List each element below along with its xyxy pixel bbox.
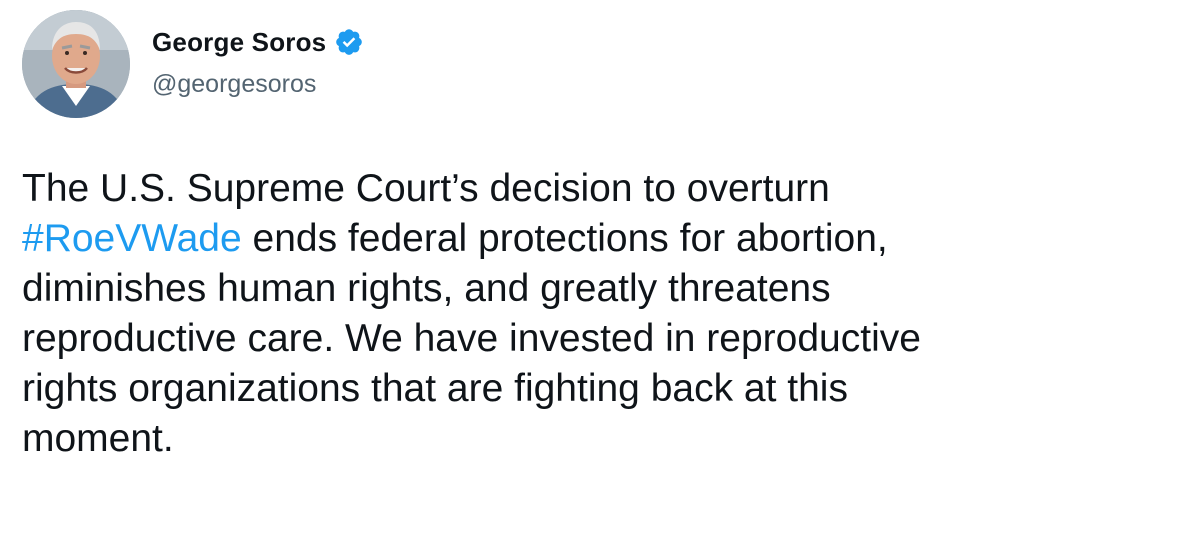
tweet-text-line: reproductive care. We have invested in r… [22,317,921,360]
verified-badge-icon [334,27,364,57]
author-avatar[interactable] [22,10,130,118]
tweet-text-segment: ends federal protections for abortion, [241,217,888,260]
tweet-text-line: diminishes human rights, and greatly thr… [22,267,831,310]
hashtag-link[interactable]: #RoeVWade [22,217,242,260]
author-handle[interactable]: @georgesoros [152,68,316,100]
author-display-name[interactable]: George Soros [152,26,326,58]
tweet-text-line: The U.S. Supreme Court’s decision to ove… [22,167,830,210]
tweet-text-line: #RoeVWade ends federal protections for a… [22,214,1187,264]
profile-photo-icon [22,10,130,118]
tweet-text-line: moment. [22,417,174,460]
tweet-card: George Soros @georgesoros The U.S. Supre… [0,0,1200,537]
author-name-row: George Soros [152,26,364,58]
tweet-body: The U.S. Supreme Court’s decision to ove… [22,164,1187,464]
tweet-text-line: rights organizations that are fighting b… [22,367,848,410]
